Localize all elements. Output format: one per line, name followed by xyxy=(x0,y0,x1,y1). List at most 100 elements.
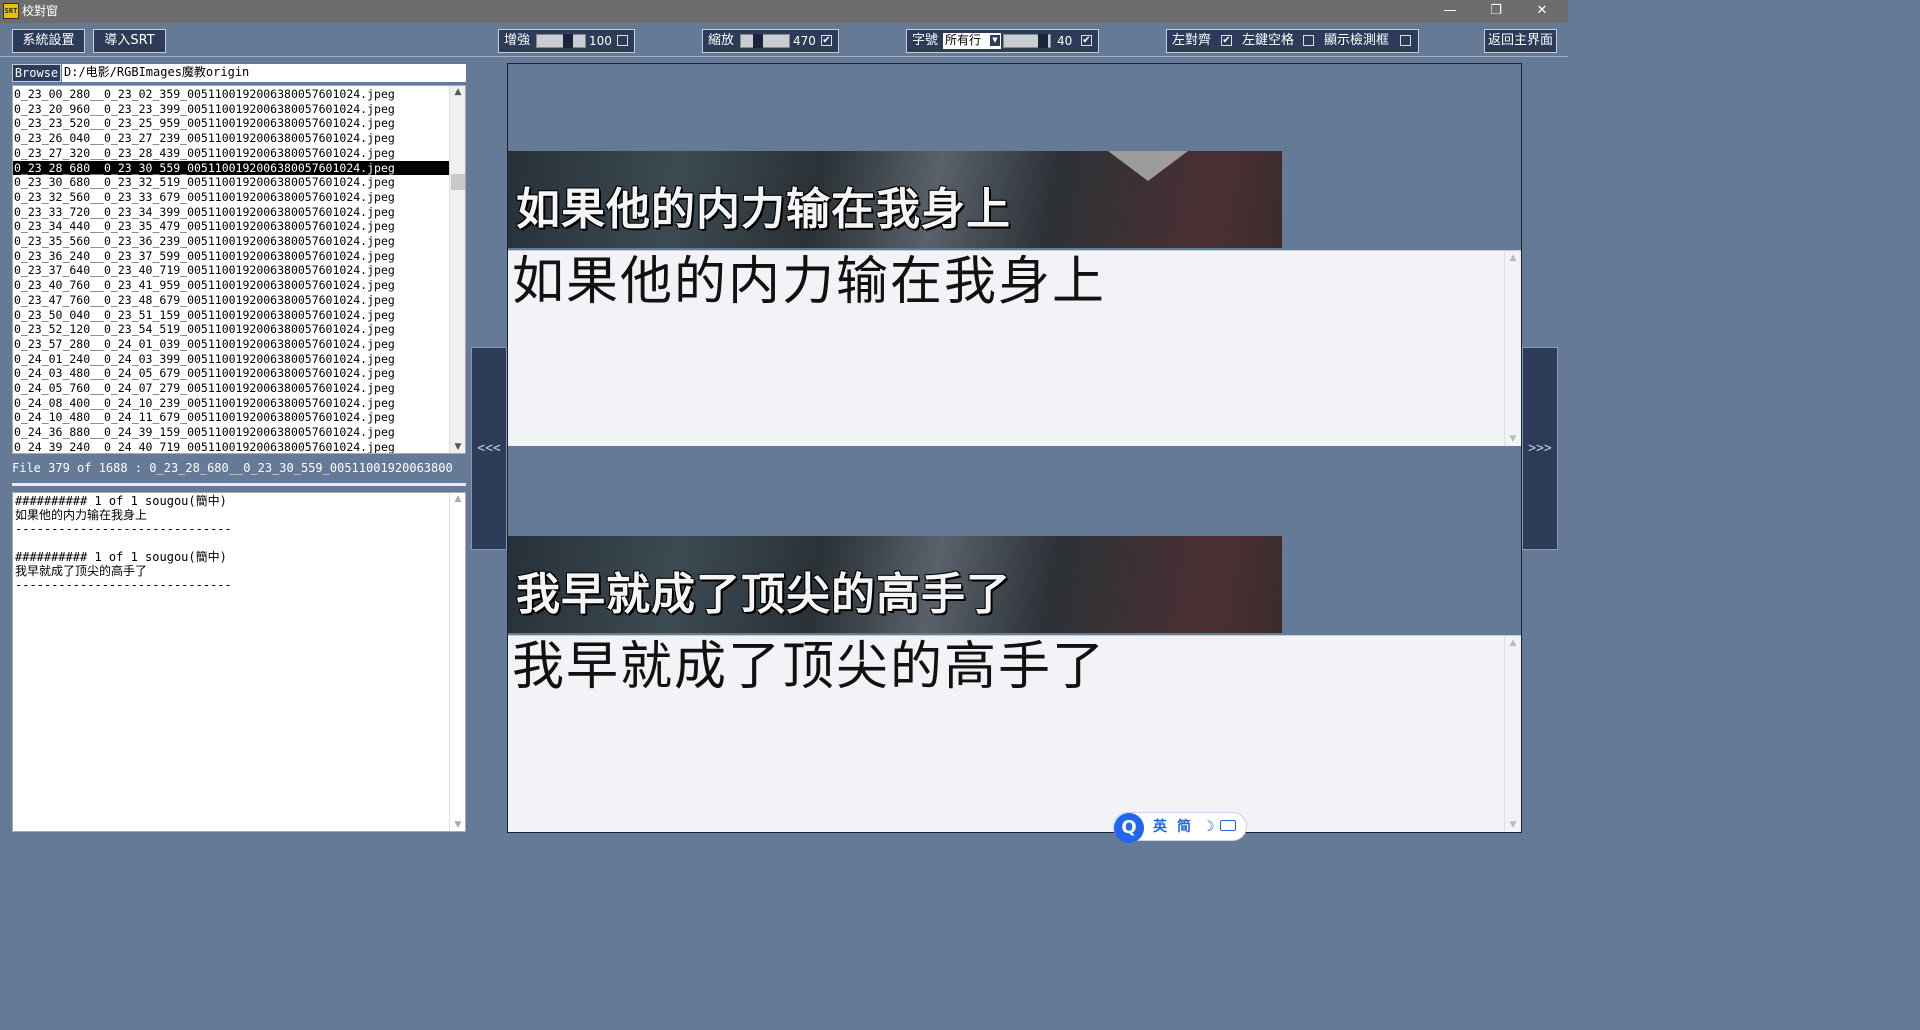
file-list-item[interactable]: 0_23_57_280__0_24_01_039_005110019200638… xyxy=(13,337,449,352)
enhance-checkbox[interactable] xyxy=(617,35,628,46)
file-list-item[interactable]: 0_24_10_480__0_24_11_679_005110019200638… xyxy=(13,410,449,425)
editor-2-scroll-up-icon[interactable]: ▲ xyxy=(1505,638,1521,648)
editor-1-scroll-down-icon[interactable]: ▼ xyxy=(1505,434,1521,444)
zoom-checkbox[interactable]: ✔ xyxy=(821,35,832,46)
options-group: 左對齊 ✔ 左鍵空格 顯示檢測框 xyxy=(1166,29,1419,53)
file-list-item[interactable]: 0_24_36_880__0_24_39_159_005110019200638… xyxy=(13,425,449,440)
editor-2-scroll-down-icon[interactable]: ▼ xyxy=(1505,820,1521,830)
file-list-item[interactable]: 0_23_47_760__0_23_48_679_005110019200638… xyxy=(13,293,449,308)
file-list-item[interactable]: 0_24_05_760__0_24_07_279_005110019200638… xyxy=(13,381,449,396)
file-list-item[interactable]: 0_23_50_040__0_23_51_159_005110019200638… xyxy=(13,308,449,323)
editor-2-scrollbar[interactable]: ▲ ▼ xyxy=(1504,636,1521,832)
file-list-item[interactable]: 0_23_33_720__0_23_34_399_005110019200638… xyxy=(13,205,449,220)
font-size-slider-thumb[interactable] xyxy=(1038,34,1048,48)
close-button[interactable]: ✕ xyxy=(1519,0,1565,23)
folder-path-field[interactable]: D:/电影/RGBImages魔教origin xyxy=(62,64,466,82)
file-list-item[interactable]: 0_23_23_520__0_23_25_959_005110019200638… xyxy=(13,116,449,131)
font-size-checkbox[interactable]: ✔ xyxy=(1081,35,1092,46)
back-to-main-button[interactable]: 返回主界面 xyxy=(1484,29,1557,53)
log-scroll-up-icon[interactable]: ▲ xyxy=(450,494,465,504)
browse-button[interactable]: Browse xyxy=(12,64,61,82)
editor-1-scrollbar[interactable]: ▲ ▼ xyxy=(1504,251,1521,446)
file-list-item[interactable]: 0_23_30_680__0_23_32_519_005110019200638… xyxy=(13,175,449,190)
file-list-scroll-thumb[interactable] xyxy=(451,174,465,190)
app-icon: SRT xyxy=(3,3,19,19)
subtitle-editor-1[interactable]: 如果他的内力输在我身上 ▲ ▼ xyxy=(508,250,1521,446)
log-line: ########## 1 of 1 sougou(簡中) xyxy=(15,550,227,564)
zoom-control: 縮放 470 ✔ xyxy=(702,29,839,53)
ime-mode-toggle[interactable]: 简 xyxy=(1177,818,1191,836)
file-list-item[interactable]: 0_23_26_040__0_23_27_239_005110019200638… xyxy=(13,131,449,146)
file-list-item[interactable]: 0_23_36_240__0_23_37_599_005110019200638… xyxy=(13,249,449,264)
font-size-value: 40 xyxy=(1057,34,1073,48)
ime-logo-icon[interactable]: Q xyxy=(1114,813,1144,843)
file-status: File 379 of 1688 : 0_23_28_680__0_23_30_… xyxy=(12,461,453,475)
subtitle-edit-text-1[interactable]: 如果他的内力输在我身上 xyxy=(512,251,1106,313)
line-scope-select[interactable]: 所有行 ▼ xyxy=(943,33,1001,49)
file-list-item[interactable]: 0_24_03_480__0_24_05_679_005110019200638… xyxy=(13,366,449,381)
import-srt-button[interactable]: 導入SRT xyxy=(93,29,166,53)
subtitle-image-2: 我早就成了顶尖的高手了 xyxy=(508,536,1282,633)
system-settings-button[interactable]: 系統設置 xyxy=(12,29,85,53)
moon-icon[interactable]: ☽ xyxy=(1202,818,1215,836)
next-page-button[interactable]: >>> xyxy=(1522,347,1558,550)
log-scrollbar[interactable]: ▲ ▼ xyxy=(449,493,465,831)
zoom-slider-thumb[interactable] xyxy=(753,34,763,48)
scroll-up-icon[interactable]: ▲ xyxy=(450,87,465,97)
chevron-down-icon[interactable]: ▼ xyxy=(990,35,1000,46)
log-scroll-down-icon[interactable]: ▼ xyxy=(450,820,465,830)
log-line: ------------------------------ xyxy=(15,522,232,536)
enhance-slider[interactable] xyxy=(536,34,586,48)
log-line: 如果他的内力输在我身上 xyxy=(15,508,148,522)
toolbar-divider xyxy=(0,56,1568,57)
file-list-item[interactable]: 0_24_01_240__0_24_03_399_005110019200638… xyxy=(13,352,449,367)
file-list-item[interactable]: 0_23_52_120__0_23_54_519_005110019200638… xyxy=(13,322,449,337)
editor-1-scroll-up-icon[interactable]: ▲ xyxy=(1505,253,1521,263)
left-align-checkbox[interactable]: ✔ xyxy=(1221,35,1232,46)
file-list-item[interactable]: 0_23_32_560__0_23_33_679_005110019200638… xyxy=(13,190,449,205)
file-list-item[interactable]: 0_23_35_560__0_23_36_239_005110019200638… xyxy=(13,234,449,249)
enhance-label: 增強 xyxy=(504,33,531,48)
enhance-value: 100 xyxy=(589,34,612,48)
file-list-item[interactable]: 0_24_08_400__0_24_10_239_005110019200638… xyxy=(13,396,449,411)
file-list-item[interactable]: 0_24_39_240__0_24_40_719_005110019200638… xyxy=(13,440,449,453)
keyboard-icon[interactable] xyxy=(1220,820,1236,831)
file-list-item[interactable]: 0_23_28_680__0_23_30_559_005110019200638… xyxy=(13,160,449,176)
file-list-item[interactable]: 0_23_00_280__0_23_02_359_005110019200638… xyxy=(13,87,449,102)
panel-separator xyxy=(12,483,466,486)
subtitle-image-text-1: 如果他的内力输在我身上 xyxy=(516,184,1011,235)
enhance-control: 增強 100 xyxy=(498,29,635,53)
file-list[interactable]: 0_23_00_280__0_23_02_359_005110019200638… xyxy=(12,85,466,454)
show-detect-box-label: 顯示檢測框 xyxy=(1324,33,1390,48)
log-line: ------------------------------ xyxy=(15,578,232,592)
scroll-down-icon[interactable]: ▼ xyxy=(450,442,465,452)
line-scope-value: 所有行 xyxy=(945,33,982,47)
previous-page-button[interactable]: <<< xyxy=(471,347,507,550)
file-list-item[interactable]: 0_23_37_640__0_23_40_719_005110019200638… xyxy=(13,263,449,278)
file-list-item[interactable]: 0_23_27_320__0_23_28_439_005110019200638… xyxy=(13,146,449,161)
window-title: 校對窗 xyxy=(22,4,59,18)
minimize-button[interactable]: — xyxy=(1427,0,1473,23)
left-space-checkbox[interactable] xyxy=(1303,35,1314,46)
ime-language-toggle[interactable]: 英 xyxy=(1153,818,1167,836)
show-detect-box-checkbox[interactable] xyxy=(1400,35,1411,46)
font-size-control: 字號 所有行 ▼ 40 ✔ xyxy=(906,29,1099,53)
enhance-slider-thumb[interactable] xyxy=(563,34,573,48)
zoom-slider[interactable] xyxy=(740,34,790,48)
ime-toolbar[interactable]: Q 英 简 ☽ xyxy=(1113,812,1247,843)
left-align-label: 左對齊 xyxy=(1172,33,1212,48)
zoom-label: 縮放 xyxy=(708,33,735,48)
file-list-item[interactable]: 0_23_20_960__0_23_23_399_005110019200638… xyxy=(13,102,449,117)
file-list-item[interactable]: 0_23_40_760__0_23_41_959_005110019200638… xyxy=(13,278,449,293)
font-size-label: 字號 xyxy=(912,33,939,48)
subtitle-edit-text-2[interactable]: 我早就成了顶尖的高手了 xyxy=(512,636,1106,698)
ocr-result-log[interactable]: ########## 1 of 1 sougou(簡中) 如果他的内力输在我身上 -… xyxy=(12,492,466,832)
restore-button[interactable]: ❐ xyxy=(1473,0,1519,23)
subtitle-editor-2[interactable]: 我早就成了顶尖的高手了 ▲ ▼ xyxy=(508,635,1521,832)
subtitle-image-text-2: 我早就成了顶尖的高手了 xyxy=(516,569,1011,620)
file-list-item[interactable]: 0_23_34_440__0_23_35_479_005110019200638… xyxy=(13,219,449,234)
file-list-scrollbar[interactable]: ▲ ▼ xyxy=(449,86,465,453)
log-line: ########## 1 of 1 sougou(簡中) xyxy=(15,494,227,508)
subtitle-image-1: 如果他的内力输在我身上 xyxy=(508,151,1282,248)
font-size-slider[interactable] xyxy=(1003,34,1051,48)
